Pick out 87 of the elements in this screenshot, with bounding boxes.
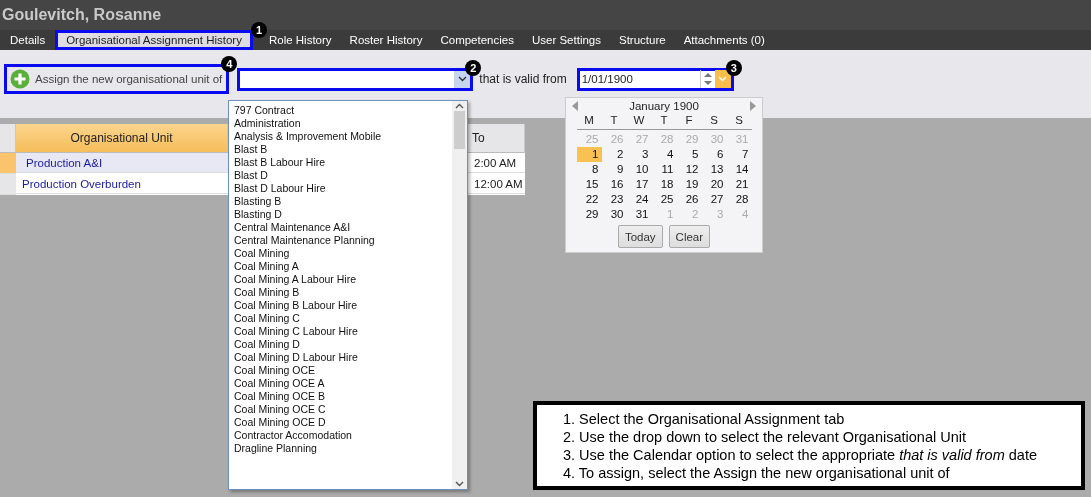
callout-badge: 3 xyxy=(725,59,742,76)
calendar-day[interactable]: 14 xyxy=(726,162,752,177)
dropdown-item[interactable]: Coal Mining A xyxy=(234,260,452,273)
weekday-label: S xyxy=(709,113,719,128)
dropdown-item[interactable]: Blast D xyxy=(234,169,452,182)
dropdown-item[interactable]: Administration xyxy=(234,117,452,130)
calendar-day[interactable]: 27 xyxy=(701,192,727,207)
dropdown-item[interactable]: Contractor Accomodation xyxy=(234,429,452,442)
calendar-day[interactable]: 31 xyxy=(626,207,652,222)
calendar-day[interactable]: 20 xyxy=(701,177,727,192)
calendar-button[interactable]: Clear xyxy=(668,225,711,248)
calendar-day[interactable]: 22 xyxy=(576,192,602,207)
calendar-day[interactable]: 21 xyxy=(726,177,752,192)
instruction-line: 4. To assign, select the Assign the new organisational unit of xyxy=(563,464,951,482)
dropdown-item[interactable]: 797 Contract xyxy=(234,104,452,117)
calendar-day[interactable]: 8 xyxy=(576,162,602,177)
dropdown-item[interactable]: Coal Mining xyxy=(234,247,452,260)
dropdown-item[interactable]: Coal Mining OCE D xyxy=(234,416,452,429)
dropdown-item[interactable]: Coal Mining C xyxy=(234,312,452,325)
dropdown-item[interactable]: Blasting B xyxy=(234,195,452,208)
instruction-line: 2. Use the drop down to select the relevant Organisational Unit xyxy=(563,428,967,446)
dropdown-item[interactable]: Coal Mining A Labour Hire xyxy=(234,273,452,286)
calendar-day[interactable]: 28 xyxy=(726,192,752,207)
calendar-day[interactable]: 12 xyxy=(676,162,702,177)
dropdown-item[interactable]: Coal Mining OCE B xyxy=(234,390,452,403)
tab[interactable]: Roster History xyxy=(341,30,431,50)
calendar-day[interactable]: 10 xyxy=(626,162,652,177)
weekday-label: M xyxy=(583,113,595,128)
column-header[interactable]: Organisational Unit xyxy=(16,124,228,153)
calendar-day[interactable]: 13 xyxy=(701,162,727,177)
weekday-label: S xyxy=(734,113,744,128)
calendar-day[interactable]: 2 xyxy=(601,147,627,162)
callout-badge: 4 xyxy=(221,56,238,72)
tab[interactable]: Competencies xyxy=(432,30,522,50)
calendar-day[interactable]: 17 xyxy=(626,177,652,192)
dropdown-item[interactable]: Coal Mining OCE xyxy=(234,364,452,377)
calendar-day[interactable]: 19 xyxy=(676,177,702,192)
calendar-day[interactable]: 24 xyxy=(626,192,652,207)
dropdown-item[interactable]: Coal Mining B Labour Hire xyxy=(234,299,452,312)
calendar-day[interactable]: 29 xyxy=(576,207,602,222)
tab[interactable]: Details xyxy=(2,30,54,50)
calendar-day[interactable]: 18 xyxy=(651,177,677,192)
tab[interactable]: Structure xyxy=(611,30,674,50)
calendar-day[interactable]: 23 xyxy=(601,192,627,207)
dropdown-item[interactable]: Coal Mining B xyxy=(234,286,452,299)
dropdown-item[interactable]: Dragline Planning xyxy=(234,442,452,455)
calendar-day[interactable]: 25 xyxy=(651,192,677,207)
dropdown-item[interactable]: Blast D Labour Hire xyxy=(234,182,452,195)
calendar-day[interactable]: 9 xyxy=(601,162,627,177)
calendar-day[interactable]: 3 xyxy=(626,147,652,162)
dropdown-item[interactable]: Central Maintenance A&I xyxy=(234,221,452,234)
dropdown-item[interactable]: Coal Mining C Labour Hire xyxy=(234,325,452,338)
tab[interactable]: User Settings xyxy=(523,30,609,50)
instruction-line: 1. Select the Organisational Assignment tab xyxy=(563,410,846,428)
dropdown-item[interactable]: Blasting D xyxy=(234,208,452,221)
calendar-month: January 1900 xyxy=(629,100,699,112)
calendar-day[interactable]: 7 xyxy=(726,147,752,162)
calendar-day[interactable]: 6 xyxy=(701,147,727,162)
instruction-line: 3. Use the Calendar option to select the appropriate that is valid from date xyxy=(563,446,1038,464)
table-cell[interactable]: Production A&I xyxy=(16,153,228,173)
calendar-day[interactable]: 30 xyxy=(601,207,627,222)
calendar-day[interactable]: 15 xyxy=(576,177,602,192)
column-header[interactable]: To xyxy=(468,124,525,153)
dropdown-item[interactable]: Central Maintenance Planning xyxy=(234,234,452,247)
dropdown-item[interactable]: Blast B xyxy=(234,143,452,156)
dropdown-item[interactable]: Coal Mining D xyxy=(234,338,452,351)
dropdown-item[interactable]: Analysis & Improvement Mobile xyxy=(234,130,452,143)
dropdown-item[interactable]: Blast B Labour Hire xyxy=(234,156,452,169)
weekday-label: T xyxy=(659,113,669,128)
weekday-label: F xyxy=(684,113,694,128)
weekday-label: T xyxy=(609,113,619,128)
dropdown-item[interactable]: Coal Mining OCE A xyxy=(234,377,452,390)
callout-badge: 2 xyxy=(465,59,482,76)
calendar-day[interactable]: 4 xyxy=(651,147,677,162)
tab[interactable]: Organisational Assignment History xyxy=(55,30,253,50)
calendar-day[interactable]: 16 xyxy=(601,177,627,192)
calendar-day[interactable]: 11 xyxy=(651,162,677,177)
dropdown-item[interactable]: Coal Mining OCE C xyxy=(234,403,452,416)
calendar-day[interactable]: 5 xyxy=(676,147,702,162)
calendar-button[interactable]: Today xyxy=(617,225,663,248)
valid-from-label: that is valid from xyxy=(479,72,567,86)
calendar-day[interactable]: 26 xyxy=(676,192,702,207)
tab[interactable]: Attachments (0) xyxy=(675,30,773,50)
weekday-label: W xyxy=(632,113,646,128)
dropdown-item[interactable]: Coal Mining D Labour Hire xyxy=(234,351,452,364)
calendar-day[interactable]: 1 xyxy=(576,147,602,162)
window-title: Goulevitch, Rosanne xyxy=(2,6,162,24)
